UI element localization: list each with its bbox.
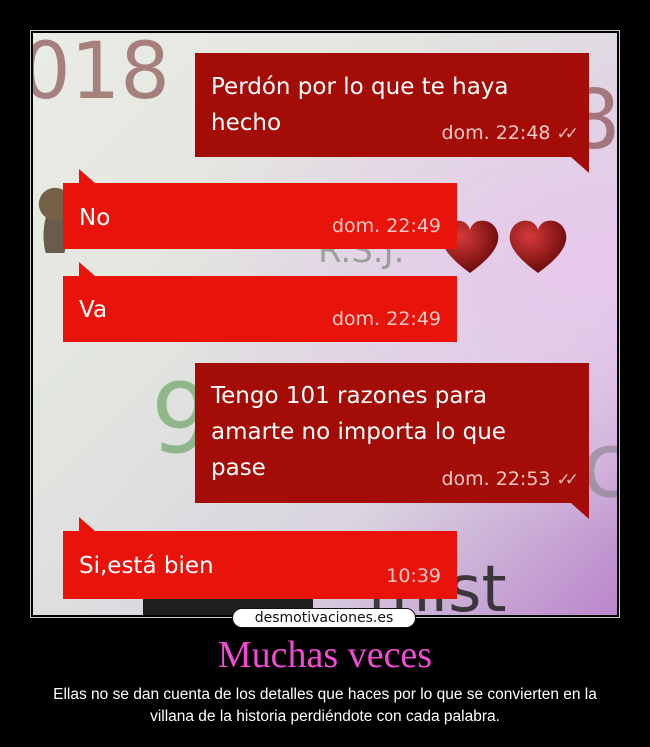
double-check-icon: ✓✓	[556, 470, 579, 490]
message-bubble-outgoing[interactable]: Tengo 101 razones para amarte no importa…	[195, 363, 589, 519]
message-timestamp: dom. 22:49	[331, 308, 441, 330]
site-watermark[interactable]: desmotivaciones.es	[232, 608, 416, 628]
heart-icon	[509, 220, 567, 273]
message-bubble-incoming[interactable]: Va dom. 22:49	[63, 262, 457, 342]
message-timestamp: dom. 22:48 ✓✓	[441, 122, 579, 144]
poster-frame: 018 8 9 c R.S.J. mist	[30, 30, 620, 618]
background-number: 018	[33, 33, 170, 117]
message-bubble-outgoing[interactable]: Perdón por lo que te haya hecho dom. 22:…	[195, 53, 589, 173]
message-timestamp: dom. 22:53 ✓✓	[441, 468, 579, 490]
poster-title: Muchas veces	[217, 634, 433, 676]
message-bubble-incoming[interactable]: Si,está bien 10:39	[63, 517, 457, 599]
poster-caption: Ellas no se dan cuenta de los detalles q…	[53, 686, 597, 725]
double-check-icon: ✓✓	[556, 124, 579, 144]
message-timestamp: 10:39	[386, 565, 441, 587]
chat-screenshot-photo: 018 8 9 c R.S.J. mist	[33, 33, 617, 615]
message-timestamp: dom. 22:49	[331, 215, 441, 237]
hearts-decoration	[438, 217, 570, 277]
message-bubble-incoming[interactable]: No dom. 22:49	[63, 169, 457, 249]
